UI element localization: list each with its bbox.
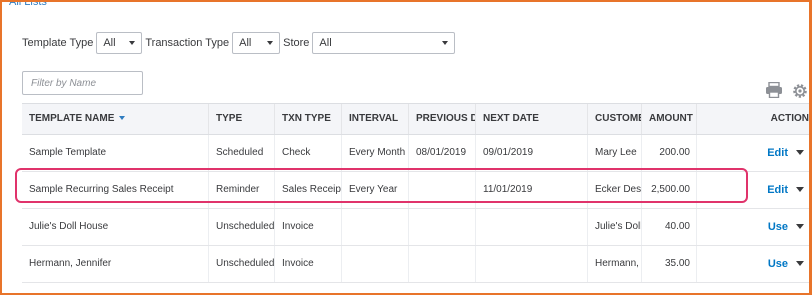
action-menu-chevron-down-icon[interactable]	[796, 187, 804, 192]
cell-action: Use	[697, 209, 809, 245]
column-header-template-name[interactable]: TEMPLATE NAME	[22, 104, 209, 134]
table-header: TEMPLATE NAME TYPE TXN TYPE INTERVAL PRE…	[22, 103, 809, 135]
cell-previous-date	[409, 172, 476, 208]
column-header-interval[interactable]: INTERVAL	[342, 104, 409, 134]
recurring-transactions-page: All Lists Template Type All Transaction …	[3, 0, 809, 293]
chevron-down-icon	[442, 41, 449, 45]
column-header-type[interactable]: TYPE	[209, 104, 275, 134]
cell-txn-type: Invoice	[275, 246, 342, 282]
action-menu-chevron-down-icon[interactable]	[796, 261, 804, 266]
store-label: Store	[283, 37, 310, 49]
table-row[interactable]: Hermann, Jennifer Unscheduled Invoice He…	[22, 246, 809, 283]
table-row[interactable]: Julie's Doll House Unscheduled Invoice J…	[22, 209, 809, 246]
column-header-amount[interactable]: AMOUNT	[642, 104, 697, 134]
transaction-type-select[interactable]: All	[232, 32, 281, 54]
use-link[interactable]: Use	[768, 258, 788, 270]
cell-template-name: Sample Recurring Sales Receipt	[22, 172, 209, 208]
filter-by-name-input[interactable]	[22, 71, 143, 95]
cell-txn-type: Sales Receipt	[275, 172, 342, 208]
cell-interval	[342, 246, 409, 282]
cell-type: Unscheduled	[209, 209, 275, 245]
cell-type: Scheduled	[209, 135, 275, 171]
column-header-action: ACTION	[770, 113, 809, 124]
printer-icon[interactable]	[765, 82, 783, 98]
template-type-value: All	[103, 37, 116, 49]
cell-customer: Mary Lee	[588, 135, 642, 171]
cell-customer: Hermann, Jennifer	[588, 246, 642, 282]
chevron-down-icon	[129, 41, 136, 45]
cell-amount: 200.00	[642, 135, 697, 171]
cell-template-name: Julie's Doll House	[22, 209, 209, 245]
cell-amount: 40.00	[642, 209, 697, 245]
sort-down-icon	[119, 116, 126, 120]
transaction-type-label: Transaction Type	[145, 37, 230, 49]
column-header-customer[interactable]: CUSTOMER	[588, 104, 642, 134]
action-menu-chevron-down-icon[interactable]	[796, 224, 804, 229]
column-header-txn-type[interactable]: TXN TYPE	[275, 104, 342, 134]
cell-next-date: 09/01/2019	[476, 135, 588, 171]
use-link[interactable]: Use	[768, 221, 788, 233]
store-value: All	[319, 37, 332, 49]
cell-amount: 2,500.00	[642, 172, 697, 208]
cell-previous-date: 08/01/2019	[409, 135, 476, 171]
template-type-select[interactable]: All	[96, 32, 143, 54]
action-menu-chevron-down-icon[interactable]	[796, 150, 804, 155]
template-type-label: Template Type	[22, 37, 94, 49]
column-header-previous-date[interactable]: PREVIOUS DATE	[409, 104, 476, 134]
cell-interval: Every Year	[342, 172, 409, 208]
cell-action: Edit	[697, 135, 809, 171]
cell-type: Reminder	[209, 172, 275, 208]
cell-next-date	[476, 246, 588, 282]
cell-interval: Every Month	[342, 135, 409, 171]
filter-bar: Template Type All Transaction Type All S…	[22, 31, 458, 55]
store-select[interactable]: All	[312, 32, 456, 54]
cell-txn-type: Invoice	[275, 209, 342, 245]
cell-previous-date	[409, 246, 476, 282]
chevron-down-icon	[267, 41, 274, 45]
edit-link[interactable]: Edit	[767, 184, 788, 196]
cell-template-name: Sample Template	[22, 135, 209, 171]
cell-action: Edit	[697, 172, 809, 208]
cell-txn-type: Check	[275, 135, 342, 171]
transaction-type-value: All	[239, 37, 252, 49]
cell-type: Unscheduled	[209, 246, 275, 282]
table-row[interactable]: Sample Recurring Sales Receipt Reminder …	[22, 172, 809, 209]
cell-customer: Ecker Designs	[588, 172, 642, 208]
breadcrumb-all-lists[interactable]: All Lists	[9, 0, 47, 8]
cell-template-name: Hermann, Jennifer	[22, 246, 209, 282]
column-header-next-date[interactable]: NEXT DATE	[476, 104, 588, 134]
gear-icon[interactable]	[791, 82, 809, 100]
cell-previous-date	[409, 209, 476, 245]
table-row[interactable]: Sample Template Scheduled Check Every Mo…	[22, 135, 809, 172]
cell-amount: 35.00	[642, 246, 697, 282]
recurring-transactions-table: TEMPLATE NAME TYPE TXN TYPE INTERVAL PRE…	[22, 103, 809, 283]
cell-action: Use	[697, 246, 809, 282]
cell-customer: Julie's Doll House	[588, 209, 642, 245]
cell-next-date: 11/01/2019	[476, 172, 588, 208]
edit-link[interactable]: Edit	[767, 147, 788, 159]
cell-next-date	[476, 209, 588, 245]
cell-interval	[342, 209, 409, 245]
